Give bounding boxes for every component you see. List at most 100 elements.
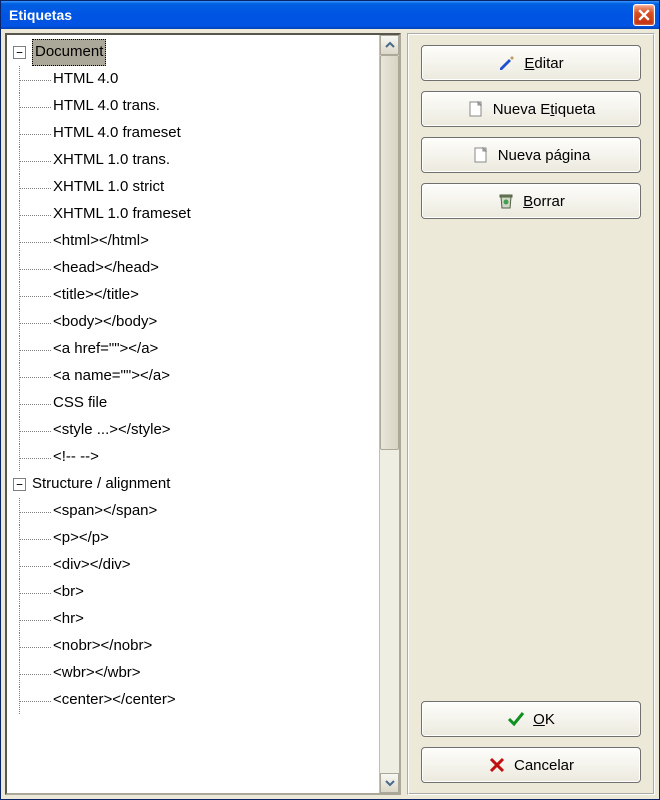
ok-button[interactable]: OK bbox=[421, 701, 641, 737]
tree-node-label[interactable]: <body></body> bbox=[53, 310, 157, 335]
pencil-icon bbox=[498, 54, 516, 72]
tree-node-label[interactable]: <hr> bbox=[53, 607, 84, 632]
tree-connector bbox=[13, 309, 53, 336]
tree-child-node[interactable]: <center></center> bbox=[13, 687, 377, 714]
tree-node-label[interactable]: XHTML 1.0 frameset bbox=[53, 202, 191, 227]
cancel-label: Cancelar bbox=[514, 757, 574, 774]
tree-child-node[interactable]: <html></html> bbox=[13, 228, 377, 255]
tree-view[interactable]: −DocumentHTML 4.0HTML 4.0 trans.HTML 4.0… bbox=[7, 35, 379, 793]
tree-child-node[interactable]: <body></body> bbox=[13, 309, 377, 336]
tree-child-node[interactable]: <!-- --> bbox=[13, 444, 377, 471]
new-tag-button[interactable]: Nueva Etiqueta bbox=[421, 91, 641, 127]
tree-connector bbox=[13, 174, 53, 201]
edit-button[interactable]: Editar bbox=[421, 45, 641, 81]
tree-child-node[interactable]: <style ...></style> bbox=[13, 417, 377, 444]
scroll-track[interactable] bbox=[380, 55, 399, 773]
new-page-button[interactable]: Nueva página bbox=[421, 137, 641, 173]
dialog-body: −DocumentHTML 4.0HTML 4.0 trans.HTML 4.0… bbox=[1, 29, 659, 799]
tree-node-label[interactable]: <wbr></wbr> bbox=[53, 661, 141, 686]
tree-connector bbox=[13, 93, 53, 120]
tree-connector bbox=[13, 606, 53, 633]
tree-node-label[interactable]: <!-- --> bbox=[53, 445, 99, 470]
tree-node-label[interactable]: <style ...></style> bbox=[53, 418, 171, 443]
tree-toggle[interactable]: − bbox=[13, 478, 26, 491]
tree-child-node[interactable]: <nobr></nobr> bbox=[13, 633, 377, 660]
tree-connector bbox=[13, 444, 53, 471]
tree-connector bbox=[13, 66, 53, 93]
tree-node-label[interactable]: <head></head> bbox=[53, 256, 159, 281]
check-icon bbox=[507, 710, 525, 728]
tree-connector bbox=[13, 255, 53, 282]
new-document-icon bbox=[467, 100, 485, 118]
tree-child-node[interactable]: <span></span> bbox=[13, 498, 377, 525]
tree-connector bbox=[13, 687, 53, 714]
tree-node-label[interactable]: Structure / alignment bbox=[32, 472, 170, 497]
side-panel: Editar Nueva Etiqueta Nueva página Borra… bbox=[407, 33, 655, 795]
close-icon bbox=[638, 9, 650, 21]
tree-connector bbox=[13, 660, 53, 687]
trash-icon bbox=[497, 192, 515, 210]
chevron-down-icon bbox=[385, 778, 395, 788]
tree-child-node[interactable]: <hr> bbox=[13, 606, 377, 633]
tree-connector bbox=[13, 336, 53, 363]
scroll-up-button[interactable] bbox=[380, 35, 399, 55]
tree-node-label[interactable]: CSS file bbox=[53, 391, 107, 416]
tree-node-label[interactable]: <html></html> bbox=[53, 229, 149, 254]
tree-node-label[interactable]: <center></center> bbox=[53, 688, 176, 713]
window-title: Etiquetas bbox=[9, 7, 633, 23]
tree-connector bbox=[13, 147, 53, 174]
tree-child-node[interactable]: XHTML 1.0 trans. bbox=[13, 147, 377, 174]
tree-node-label[interactable]: <span></span> bbox=[53, 499, 157, 524]
tree-child-node[interactable]: HTML 4.0 bbox=[13, 66, 377, 93]
close-button[interactable] bbox=[633, 4, 655, 26]
tree-node-label[interactable]: XHTML 1.0 trans. bbox=[53, 148, 170, 173]
tree-child-node[interactable]: <div></div> bbox=[13, 552, 377, 579]
delete-button[interactable]: Borrar bbox=[421, 183, 641, 219]
scroll-thumb[interactable] bbox=[380, 55, 399, 450]
tree-node-label[interactable]: <div></div> bbox=[53, 553, 131, 578]
x-icon bbox=[488, 756, 506, 774]
tree-node-label[interactable]: XHTML 1.0 strict bbox=[53, 175, 164, 200]
cancel-button[interactable]: Cancelar bbox=[421, 747, 641, 783]
tree-node-label[interactable]: <p></p> bbox=[53, 526, 109, 551]
tree-node-label[interactable]: <a href=""></a> bbox=[53, 337, 158, 362]
tree-child-node[interactable]: <head></head> bbox=[13, 255, 377, 282]
tree-connector bbox=[13, 579, 53, 606]
tree-child-node[interactable]: <title></title> bbox=[13, 282, 377, 309]
tree-node-label[interactable]: <nobr></nobr> bbox=[53, 634, 152, 659]
tree-child-node[interactable]: <a name=""></a> bbox=[13, 363, 377, 390]
tree-child-node[interactable]: <wbr></wbr> bbox=[13, 660, 377, 687]
dialog-window: Etiquetas −DocumentHTML 4.0HTML 4.0 tran… bbox=[0, 0, 660, 800]
tree-node-label[interactable]: HTML 4.0 trans. bbox=[53, 94, 160, 119]
tree-connector bbox=[13, 201, 53, 228]
tree-parent-node[interactable]: −Document bbox=[13, 39, 377, 66]
tree-node-label[interactable]: HTML 4.0 bbox=[53, 67, 118, 92]
tree-connector bbox=[13, 417, 53, 444]
titlebar[interactable]: Etiquetas bbox=[1, 1, 659, 29]
tree-node-label[interactable]: <a name=""></a> bbox=[53, 364, 170, 389]
tree-node-label[interactable]: <br> bbox=[53, 580, 84, 605]
new-page-icon bbox=[472, 146, 490, 164]
tree-parent-node[interactable]: −Structure / alignment bbox=[13, 471, 377, 498]
tree-connector bbox=[13, 498, 53, 525]
tree-child-node[interactable]: XHTML 1.0 strict bbox=[13, 174, 377, 201]
tree-child-node[interactable]: HTML 4.0 trans. bbox=[13, 93, 377, 120]
tree-connector bbox=[13, 633, 53, 660]
tree-connector bbox=[13, 363, 53, 390]
tree-node-label[interactable]: <title></title> bbox=[53, 283, 139, 308]
chevron-up-icon bbox=[385, 40, 395, 50]
tree-child-node[interactable]: <a href=""></a> bbox=[13, 336, 377, 363]
tree-connector bbox=[13, 525, 53, 552]
tree-node-label[interactable]: HTML 4.0 frameset bbox=[53, 121, 181, 146]
tree-child-node[interactable]: XHTML 1.0 frameset bbox=[13, 201, 377, 228]
scroll-down-button[interactable] bbox=[380, 773, 399, 793]
tree-node-label[interactable]: Document bbox=[32, 39, 106, 66]
scrollbar[interactable] bbox=[379, 35, 399, 793]
tree-connector bbox=[13, 228, 53, 255]
tree-child-node[interactable]: HTML 4.0 frameset bbox=[13, 120, 377, 147]
tree-child-node[interactable]: CSS file bbox=[13, 390, 377, 417]
tree-connector bbox=[13, 552, 53, 579]
tree-child-node[interactable]: <br> bbox=[13, 579, 377, 606]
tree-child-node[interactable]: <p></p> bbox=[13, 525, 377, 552]
tree-toggle[interactable]: − bbox=[13, 46, 26, 59]
